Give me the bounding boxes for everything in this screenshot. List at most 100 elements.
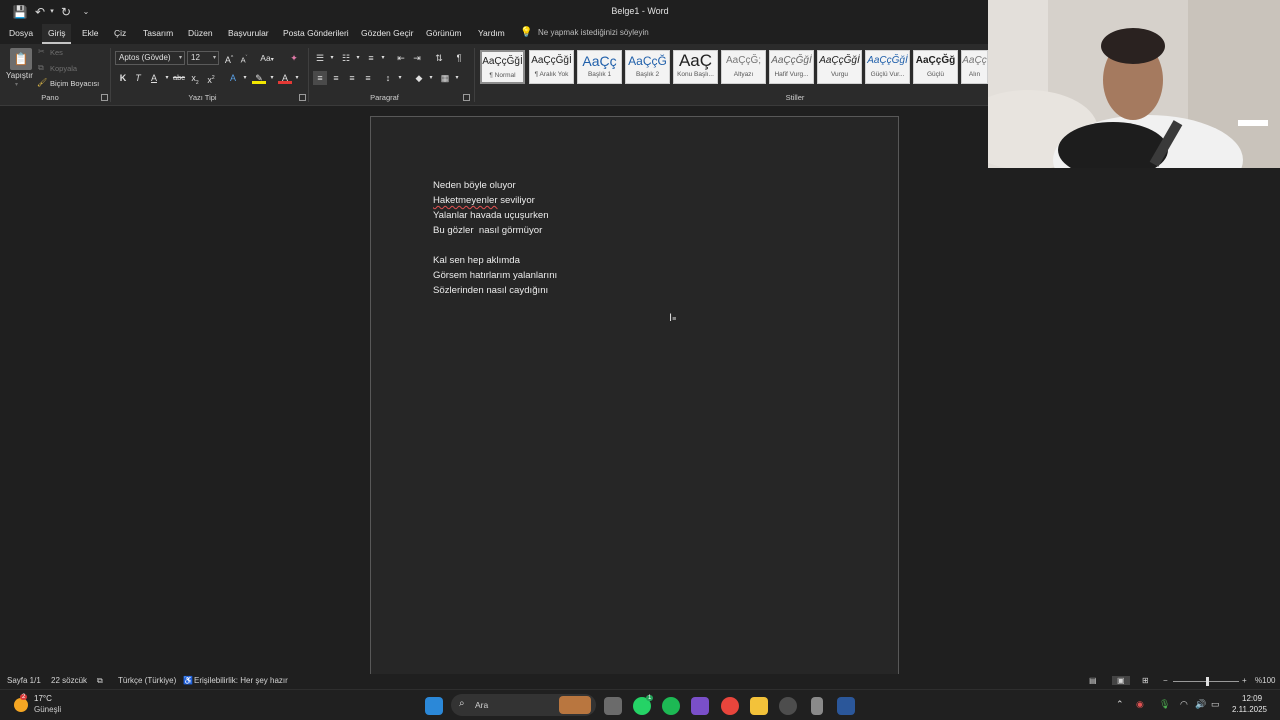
copy-icon[interactable]: ⧉ — [38, 63, 44, 73]
page-count[interactable]: Sayfa 1/1 — [7, 676, 41, 685]
zoom-level[interactable]: %100 — [1255, 676, 1275, 685]
clock-time[interactable]: 12:09 — [1242, 694, 1262, 703]
misspelled-word[interactable]: Haketmeyenler — [433, 195, 498, 206]
increase-indent-icon[interactable]: ⇥ — [410, 51, 424, 65]
tab-tasarim[interactable]: Tasarım — [137, 24, 179, 44]
customize-qat-icon[interactable]: ⌄ — [78, 4, 94, 20]
zoom-out-button[interactable]: − — [1163, 676, 1168, 685]
borders-dropdown-icon[interactable]: ▾ — [450, 71, 464, 85]
style-heading-1[interactable]: AaÇç Başlık 1 — [577, 50, 622, 84]
bold-button[interactable]: K — [116, 71, 130, 85]
tab-gorunum[interactable]: Görünüm — [420, 24, 467, 44]
align-right-icon[interactable]: ≡ — [345, 71, 359, 85]
font-size-combo[interactable]: 12 ▾ — [187, 51, 219, 65]
doc-line-2[interactable]: Haketmeyenler seviliyor — [433, 195, 535, 206]
line-spacing-dropdown-icon[interactable]: ▾ — [393, 71, 407, 85]
font-color-dropdown-icon[interactable]: ▾ — [290, 71, 304, 85]
doc-line-1[interactable]: Neden böyle oluyor — [433, 180, 516, 191]
underline-button[interactable]: A — [147, 71, 161, 85]
tab-posta-gonderileri[interactable]: Posta Gönderileri — [277, 24, 355, 44]
windows-start-icon[interactable] — [425, 697, 443, 715]
zoom-slider[interactable] — [1173, 677, 1239, 686]
subscript-button[interactable]: x2 — [188, 71, 202, 86]
language-indicator[interactable]: Türkçe (Türkiye) — [118, 676, 176, 685]
proofing-icon[interactable]: ⧉ — [97, 676, 103, 686]
tab-basvurular[interactable]: Başvurular — [222, 24, 275, 44]
tab-duzen[interactable]: Düzen — [182, 24, 219, 44]
strikethrough-button[interactable]: abc — [172, 71, 186, 85]
sort-icon[interactable]: ⇅ — [432, 51, 446, 65]
volume-icon[interactable]: 🔊 — [1195, 699, 1206, 710]
decrease-indent-icon[interactable]: ⇤ — [394, 51, 408, 65]
app-purple-icon[interactable] — [691, 697, 709, 715]
redo-icon[interactable]: ↻ — [58, 4, 74, 20]
steam-icon[interactable] — [779, 697, 797, 715]
print-layout-icon[interactable]: ▣ — [1112, 676, 1130, 685]
web-layout-icon[interactable]: ⊞ — [1142, 676, 1149, 685]
copy-button[interactable]: Kopyala — [50, 64, 77, 73]
word-icon[interactable] — [837, 697, 855, 715]
clipboard-launcher-icon[interactable] — [101, 94, 108, 101]
tab-yardim[interactable]: Yardım — [472, 24, 511, 44]
grow-font-icon[interactable]: A^ — [222, 51, 236, 65]
multilevel-dropdown-icon[interactable]: ▾ — [376, 51, 390, 65]
format-painter-button[interactable]: Biçim Boyacısı — [50, 79, 99, 88]
zoom-thumb[interactable] — [1206, 677, 1209, 686]
microphone-icon[interactable]: 🎙 — [1159, 699, 1170, 710]
accessibility-status[interactable]: Erişilebilirlik: Her şey hazır — [194, 676, 288, 685]
doc-line-6[interactable]: Kal sen hep aklımda — [433, 255, 520, 266]
doc-line-8[interactable]: Sözlerinden nasıl caydığını — [433, 285, 548, 296]
bullets-dropdown-icon[interactable]: ▾ — [325, 51, 339, 65]
font-name-combo[interactable]: Aptos (Gövde) ▾ — [115, 51, 185, 65]
align-left-icon[interactable]: ≡ — [313, 71, 327, 85]
style-heading-2[interactable]: AaÇçĞ Başlık 2 — [625, 50, 670, 84]
microphone-app-icon[interactable] — [811, 697, 823, 715]
style-intense-emphasis[interactable]: AaÇçĞğİ Güçlü Vur... — [865, 50, 910, 84]
document-page[interactable]: Neden böyle oluyor Haketmeyenler seviliy… — [370, 116, 899, 676]
paragraph-launcher-icon[interactable] — [463, 94, 470, 101]
style-quote[interactable]: AaÇç Alın — [961, 50, 988, 84]
shrink-font-icon[interactable]: Aˇ — [237, 51, 251, 65]
spotify-icon[interactable] — [662, 697, 680, 715]
tab-gozden-gecir[interactable]: Gözden Geçir — [355, 24, 419, 44]
read-mode-icon[interactable]: ▤ — [1089, 676, 1097, 685]
format-painter-icon[interactable]: 🖌 — [37, 78, 47, 87]
clear-formatting-icon[interactable]: ✦ — [287, 51, 301, 65]
accessibility-icon[interactable]: ♿ — [183, 676, 193, 685]
chrome-icon[interactable] — [721, 697, 739, 715]
style-title[interactable]: AaÇ Konu Başlı... — [673, 50, 718, 84]
paste-button[interactable]: Yapıştır — [6, 71, 33, 80]
save-icon[interactable]: 💾 — [12, 4, 28, 20]
show-marks-icon[interactable]: ¶ — [452, 51, 466, 65]
tab-ciz[interactable]: Çiz — [108, 24, 132, 44]
highlight-dropdown-icon[interactable]: ▾ — [265, 71, 279, 85]
tray-app-icon[interactable]: ◉ — [1136, 699, 1144, 710]
align-center-icon[interactable]: ≡ — [329, 71, 343, 85]
tab-ekle[interactable]: Ekle — [76, 24, 105, 44]
doc-line-4[interactable]: Bu gözler nasıl görmüyor — [433, 225, 542, 236]
taskbar-search[interactable]: ⌕ Ara — [451, 694, 596, 716]
doc-line-3[interactable]: Yalanlar havada uçuşurken — [433, 210, 549, 221]
style-emphasis[interactable]: AaÇçĞğİ Vurgu — [817, 50, 862, 84]
shading-dropdown-icon[interactable]: ▾ — [424, 71, 438, 85]
numbering-dropdown-icon[interactable]: ▾ — [351, 51, 365, 65]
style-strong[interactable]: AaÇçĞğ Güçlü — [913, 50, 958, 84]
tab-dosya[interactable]: Dosya — [3, 24, 39, 44]
cut-button[interactable]: Kes — [50, 48, 63, 57]
style-normal[interactable]: AaÇçĞğİ ¶ Normal — [480, 50, 525, 84]
tab-giris[interactable]: Giriş — [42, 24, 72, 44]
style-no-spacing[interactable]: AaÇçĞğİ ¶ Aralık Yok — [529, 50, 574, 84]
paste-icon[interactable]: 📋 — [10, 48, 32, 70]
italic-button[interactable]: T — [131, 71, 145, 85]
change-case-button[interactable]: Aa▾ — [256, 51, 278, 65]
text-effects-dropdown-icon[interactable]: ▾ — [238, 71, 252, 85]
word-count[interactable]: 22 sözcük — [51, 676, 87, 685]
task-view-icon[interactable] — [604, 697, 622, 715]
tell-me-box[interactable]: 💡 Ne yapmak istediğinizi söyleyin — [520, 24, 649, 44]
superscript-button[interactable]: x2 — [204, 71, 218, 85]
doc-line-7[interactable]: Görsem hatırlarım yalanlarını — [433, 270, 557, 281]
style-subtle-emphasis[interactable]: AaÇçĞğİ Hafif Vurg... — [769, 50, 814, 84]
file-explorer-icon[interactable] — [750, 697, 768, 715]
paste-dropdown-icon[interactable]: ▾ — [15, 81, 18, 88]
cut-icon[interactable]: ✂ — [38, 47, 45, 56]
